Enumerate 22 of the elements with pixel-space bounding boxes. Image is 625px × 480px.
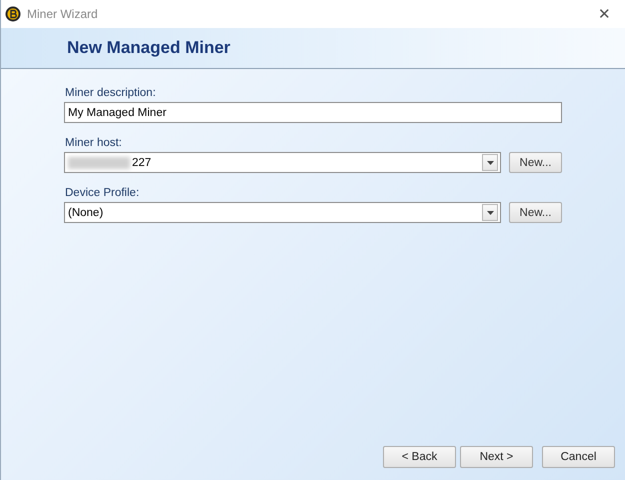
description-field[interactable]: My Managed Miner xyxy=(64,102,562,123)
caret-icon xyxy=(486,210,494,214)
cancel-button[interactable]: Cancel xyxy=(542,446,615,468)
combo-box[interactable]: (None) xyxy=(64,202,501,223)
dropdown-button[interactable] xyxy=(482,204,498,221)
new-button[interactable]: New... xyxy=(509,202,562,223)
caret-icon xyxy=(486,160,494,164)
nav-button[interactable]: Next > xyxy=(460,446,533,468)
page-title: New Managed Miner xyxy=(67,38,230,58)
combo-value: (None) xyxy=(68,206,104,218)
field-label: Miner host: xyxy=(65,137,123,150)
field-label: Miner description: xyxy=(65,87,157,100)
combo-value: 227 xyxy=(132,156,152,168)
coin-icon xyxy=(5,6,21,22)
field-label: Device Profile: xyxy=(65,187,140,200)
new-button[interactable]: New... xyxy=(509,152,562,173)
nav-button[interactable]: < Back xyxy=(383,446,456,468)
window-title: Miner Wizard xyxy=(27,7,99,21)
redacted-area xyxy=(68,156,130,168)
dropdown-button[interactable] xyxy=(482,154,498,171)
combo-box[interactable]: 227 xyxy=(64,152,501,173)
close-button[interactable]: ✕ xyxy=(592,5,617,23)
